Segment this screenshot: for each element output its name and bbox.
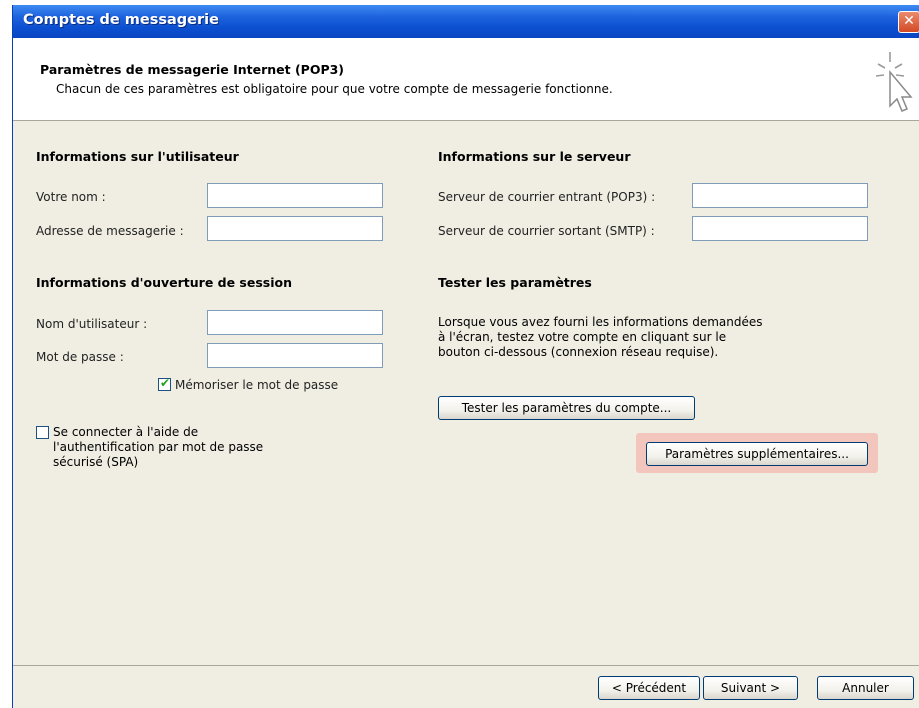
spa-checkbox[interactable] bbox=[36, 426, 49, 439]
user-info-heading: Informations sur l'utilisateur bbox=[36, 149, 239, 164]
spa-label-line: l'authentification par mot de passe bbox=[53, 440, 264, 454]
header-subtitle: Chacun de ces paramètres est obligatoire… bbox=[56, 82, 613, 96]
footer-separator bbox=[13, 665, 919, 666]
close-button[interactable]: ✕ bbox=[898, 11, 919, 33]
email-label: Adresse de messagerie : bbox=[36, 224, 184, 238]
server-info-heading: Informations sur le serveur bbox=[438, 149, 631, 164]
cursor-click-icon bbox=[875, 52, 913, 112]
next-button[interactable]: Suivant > bbox=[703, 676, 798, 700]
password-label: Mot de passe : bbox=[36, 350, 124, 364]
window-title: Comptes de messagerie bbox=[23, 12, 219, 28]
description-line: bouton ci-dessous (connexion réseau requ… bbox=[438, 345, 719, 359]
incoming-server-label: Serveur de courrier entrant (POP3) : bbox=[438, 190, 656, 204]
description-line: à l'écran, testez votre compte en cliqua… bbox=[438, 330, 727, 344]
name-field[interactable] bbox=[207, 183, 383, 208]
email-field[interactable] bbox=[207, 216, 383, 241]
test-account-settings-button[interactable]: Tester les paramètres du compte... bbox=[438, 396, 695, 420]
spa-label-line: Se connecter à l'aide de bbox=[53, 425, 199, 439]
description-line: Lorsque vous avez fourni les information… bbox=[438, 315, 763, 329]
dialog-header: Paramètres de messagerie Internet (POP3)… bbox=[13, 38, 919, 121]
spa-label-line: sécurisé (SPA) bbox=[53, 455, 139, 469]
email-accounts-dialog: Comptes de messagerie ✕ Paramètres de me… bbox=[12, 5, 919, 708]
test-settings-description: Lorsque vous avez fourni les information… bbox=[438, 315, 763, 360]
back-button[interactable]: < Précédent bbox=[598, 676, 700, 700]
remember-password-checkbox[interactable]: ✔ bbox=[158, 376, 171, 391]
more-settings-button[interactable]: Paramètres supplémentaires... bbox=[646, 442, 868, 466]
incoming-server-field[interactable] bbox=[692, 183, 868, 208]
cancel-button[interactable]: Annuler bbox=[817, 676, 914, 700]
close-icon: ✕ bbox=[903, 13, 915, 29]
outgoing-server-field[interactable] bbox=[692, 216, 868, 241]
outgoing-server-label: Serveur de courrier sortant (SMTP) : bbox=[438, 224, 655, 238]
name-label: Votre nom : bbox=[36, 190, 106, 204]
test-settings-heading: Tester les paramètres bbox=[438, 275, 592, 290]
password-field[interactable] bbox=[207, 343, 383, 368]
username-label: Nom d'utilisateur : bbox=[36, 317, 148, 331]
checkmark-icon: ✔ bbox=[160, 376, 171, 390]
logon-info-heading: Informations d'ouverture de session bbox=[36, 275, 293, 290]
header-title: Paramètres de messagerie Internet (POP3) bbox=[40, 62, 345, 77]
remember-password-label: Mémoriser le mot de passe bbox=[175, 378, 339, 392]
username-field[interactable] bbox=[207, 310, 383, 335]
title-bar: Comptes de messagerie ✕ bbox=[13, 5, 919, 38]
spa-label: Se connecter à l'aide de l'authentificat… bbox=[53, 425, 263, 470]
